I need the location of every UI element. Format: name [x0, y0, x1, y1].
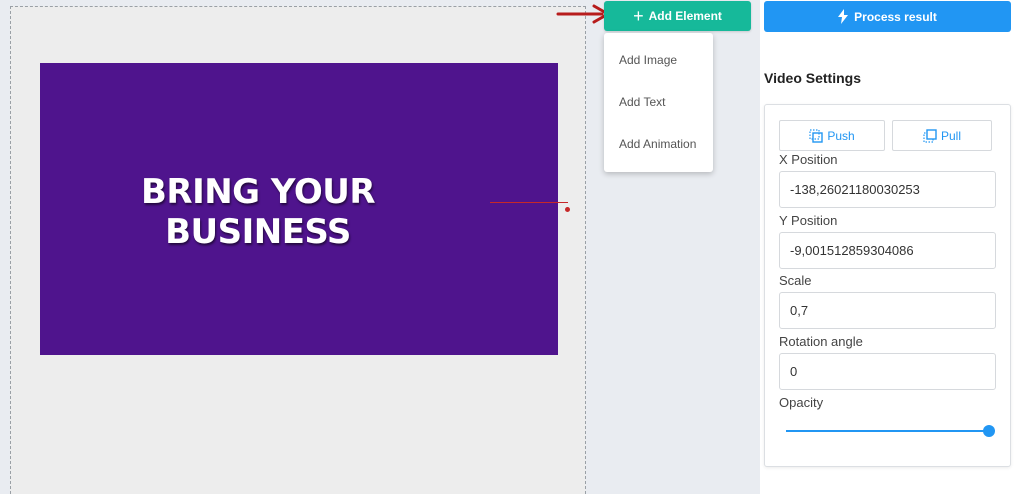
- rotation-angle-input[interactable]: [779, 353, 996, 390]
- selection-handle-line: [490, 202, 568, 203]
- scale-input[interactable]: [779, 292, 996, 329]
- plus-icon: +: [633, 6, 644, 26]
- y-position-input[interactable]: [779, 232, 996, 269]
- slide-text-element[interactable]: BRING YOUR BUSINESS: [48, 172, 468, 252]
- pull-icon: [923, 128, 937, 143]
- push-icon: [809, 128, 824, 143]
- pull-button[interactable]: Pull: [892, 120, 992, 151]
- x-position-input[interactable]: [779, 171, 996, 208]
- section-title: Video Settings: [764, 70, 861, 86]
- opacity-slider-thumb[interactable]: [983, 425, 995, 437]
- add-element-menu: Add Image Add Text Add Animation: [604, 33, 713, 172]
- scale-label: Scale: [779, 273, 812, 288]
- lightning-icon: [838, 9, 849, 24]
- opacity-slider-track[interactable]: [786, 430, 989, 432]
- push-button[interactable]: Push: [779, 120, 885, 151]
- x-position-label: X Position: [779, 152, 838, 167]
- add-element-button[interactable]: + Add Element: [604, 1, 751, 31]
- menu-item-add-animation[interactable]: Add Animation: [604, 123, 713, 165]
- y-position-label: Y Position: [779, 213, 838, 228]
- process-result-label: Process result: [854, 9, 937, 24]
- menu-item-add-image[interactable]: Add Image: [604, 39, 713, 81]
- process-result-button[interactable]: Process result: [764, 1, 1011, 32]
- opacity-label: Opacity: [779, 395, 824, 410]
- pull-label: Pull: [940, 128, 961, 143]
- push-label: Push: [827, 128, 855, 143]
- add-element-label: Add Element: [648, 9, 722, 23]
- rotation-angle-label: Rotation angle: [779, 334, 863, 349]
- selection-handle[interactable]: [565, 207, 570, 212]
- menu-item-add-text[interactable]: Add Text: [604, 81, 713, 123]
